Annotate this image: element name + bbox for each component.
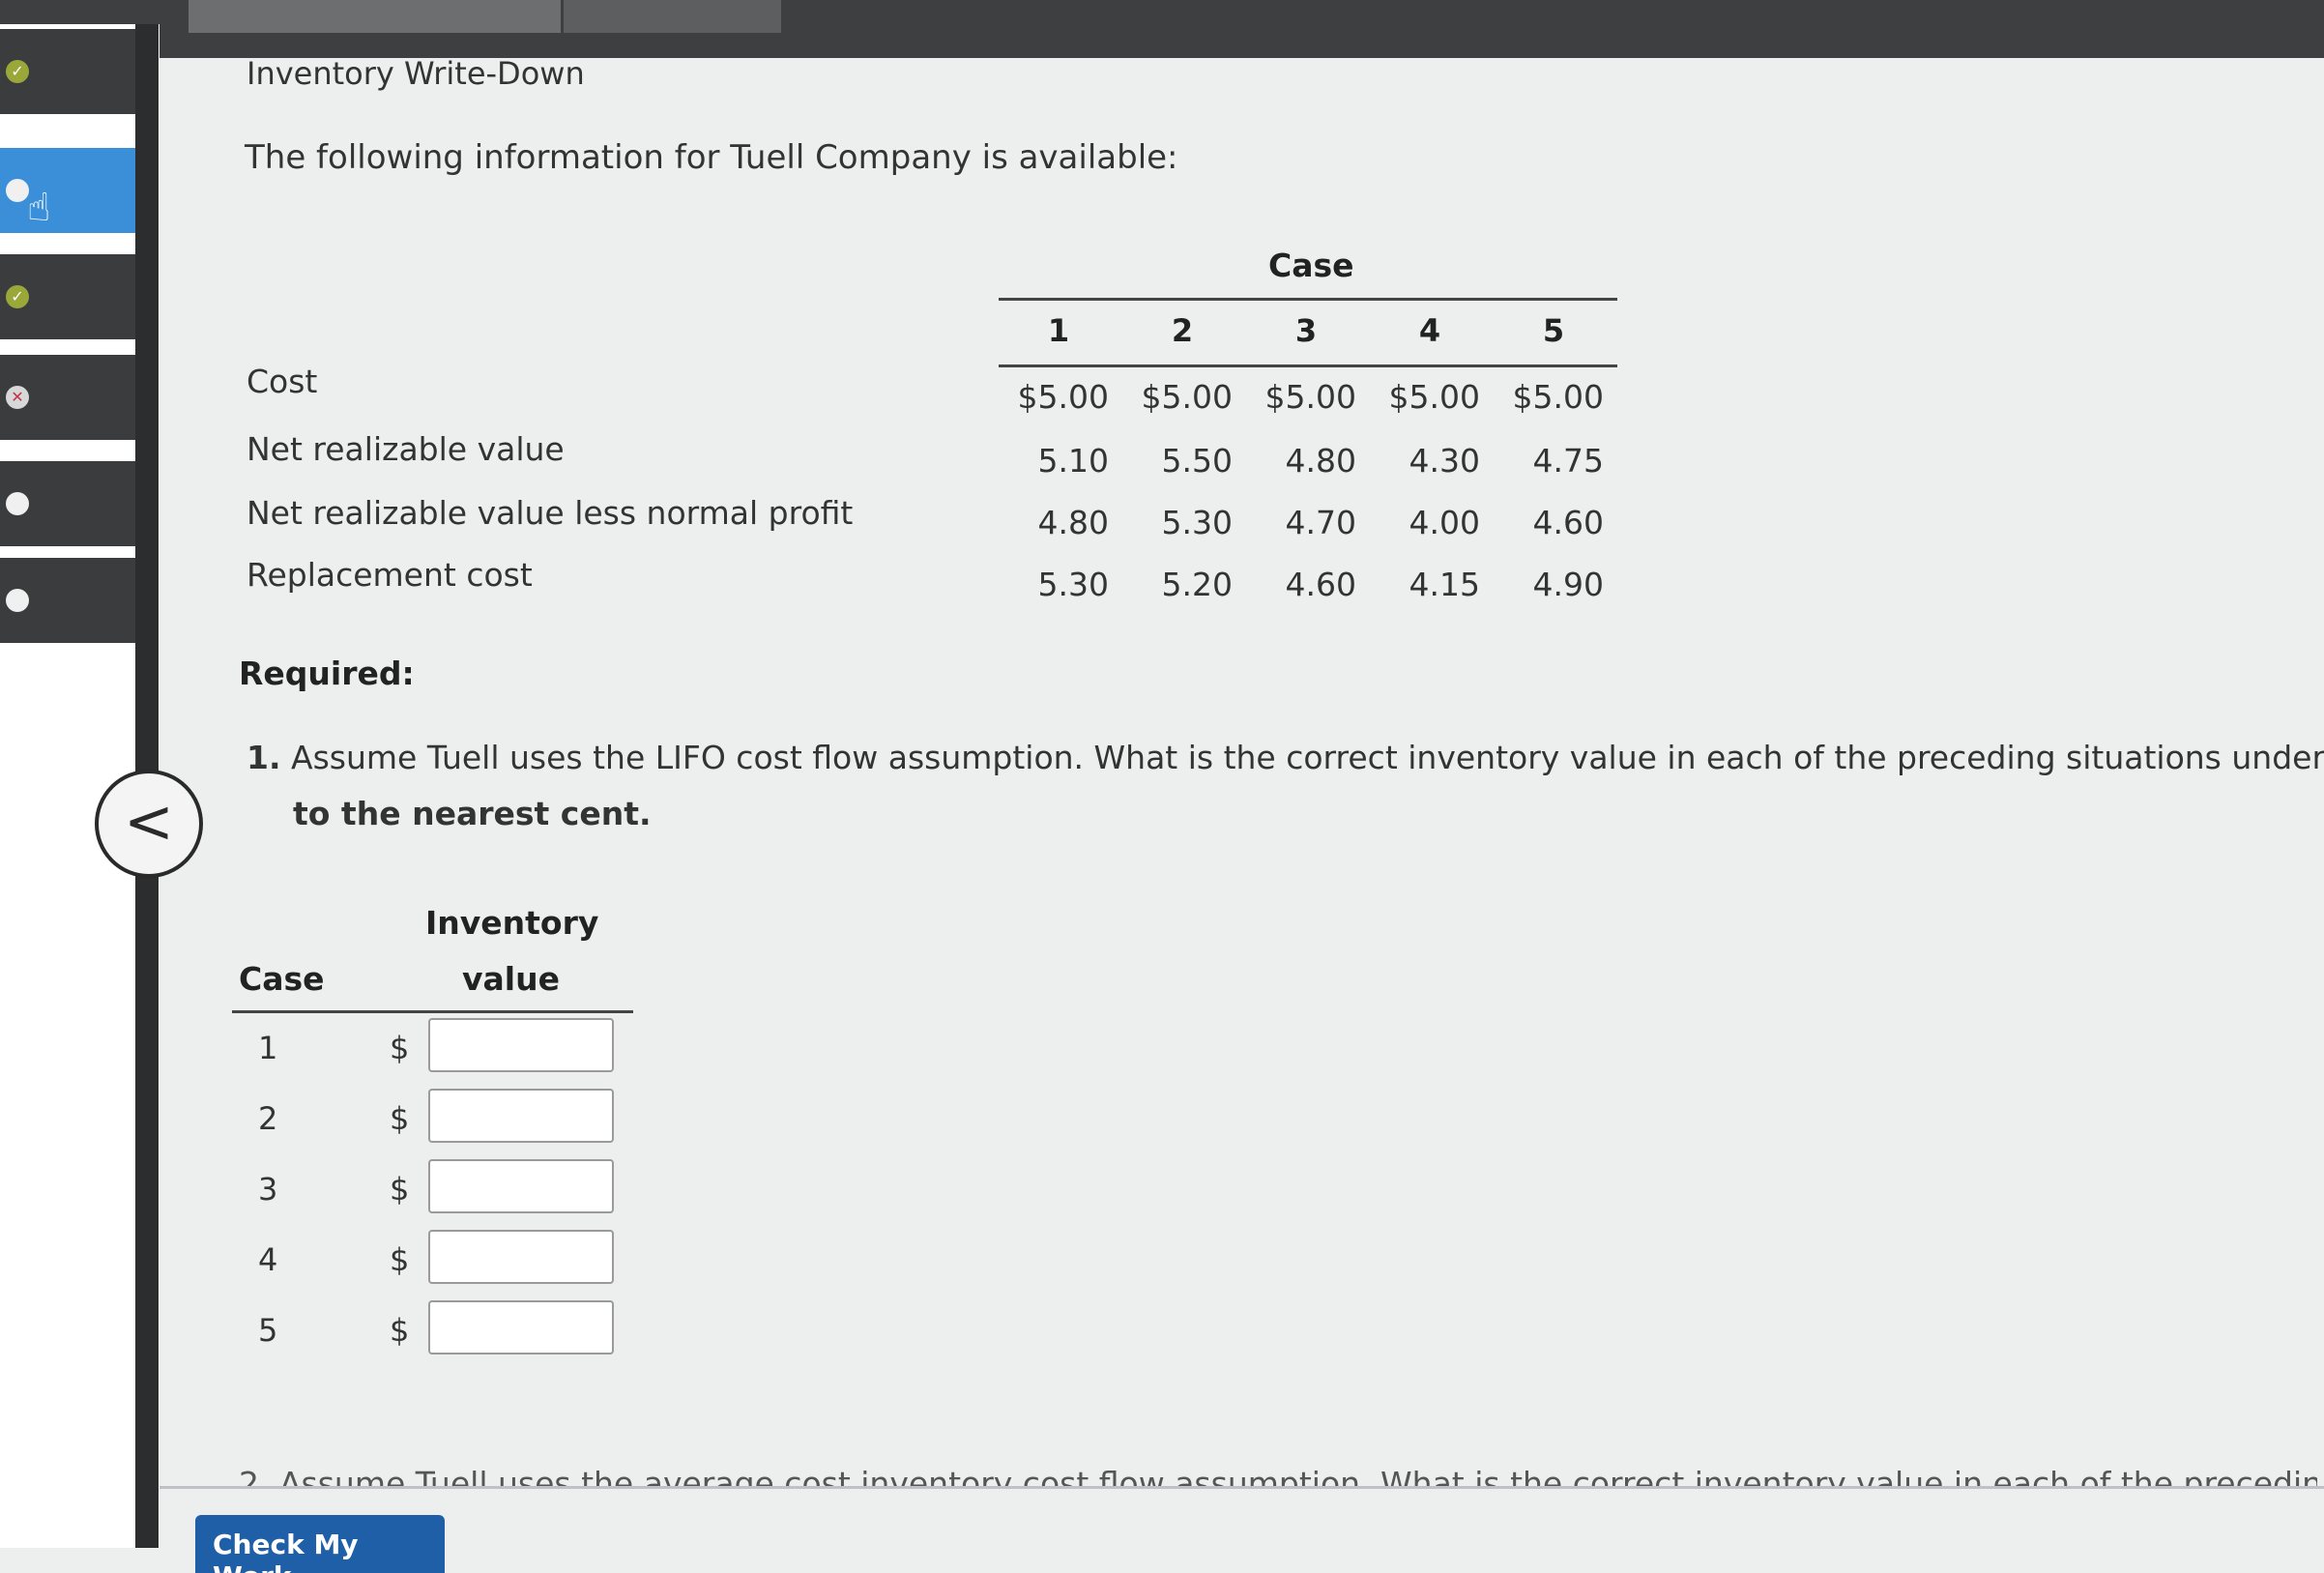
table-cell: 4.60 — [1532, 504, 1604, 541]
sidebar-item-2[interactable] — [0, 148, 153, 233]
inventory-header: Inventory — [425, 904, 599, 942]
table-cell: 4.30 — [1409, 442, 1480, 480]
sidebar-item-6[interactable] — [0, 558, 153, 643]
sidebar-item-4[interactable]: ✕ — [0, 355, 153, 440]
row-label: Replacement cost — [247, 556, 533, 594]
inventory-value-input-1[interactable] — [428, 1018, 614, 1072]
circle-icon — [6, 589, 29, 612]
inventory-value-input-5[interactable] — [428, 1300, 614, 1355]
case-number: 3 — [258, 1171, 278, 1208]
sidebar-item-1[interactable]: ✓ — [0, 29, 153, 114]
circle-icon — [6, 179, 29, 202]
inventory-value-input-3[interactable] — [428, 1159, 614, 1213]
case-number: 1 — [258, 1030, 278, 1066]
table-cell: 5.20 — [1161, 566, 1233, 603]
table-cell: 4.15 — [1409, 566, 1480, 603]
table-cell: 5.30 — [1037, 566, 1109, 603]
currency-symbol: $ — [390, 1030, 410, 1066]
answer-row: 1 $ — [247, 1018, 633, 1078]
table-cell: $5.00 — [1264, 378, 1356, 416]
currency-symbol: $ — [390, 1241, 410, 1278]
table-cell: $5.00 — [1388, 378, 1480, 416]
hand-cursor-icon: ☝ — [27, 186, 51, 230]
table-cell: 5.10 — [1037, 442, 1109, 480]
row-label: Cost — [247, 363, 318, 400]
table-cell: 5.30 — [1161, 504, 1233, 541]
required-heading: Required: — [239, 655, 415, 692]
table-cell: $5.00 — [1512, 378, 1604, 416]
intro-text: The following information for Tuell Comp… — [245, 138, 1178, 177]
inventory-value-input-4[interactable] — [428, 1230, 614, 1284]
answer-row: 2 $ — [247, 1089, 633, 1149]
case-number: 4 — [258, 1241, 278, 1278]
column-header: 5 — [1542, 312, 1565, 349]
answer-row: 4 $ — [247, 1230, 633, 1290]
question-continuation: to the nearest cent. — [293, 795, 652, 832]
x-icon: ✕ — [6, 386, 29, 409]
case-number: 2 — [258, 1100, 278, 1137]
table-cell: $5.00 — [1017, 378, 1109, 416]
question-1: 1. Assume Tuell uses the LIFO cost flow … — [247, 730, 2324, 842]
bottom-divider — [160, 1486, 2324, 1489]
case-number: 5 — [258, 1312, 278, 1349]
table-cell: 4.80 — [1037, 504, 1109, 541]
row-label: Net realizable value — [247, 430, 565, 468]
question-text: Assume Tuell uses the LIFO cost flow ass… — [291, 739, 2324, 776]
case-header: Case — [1268, 247, 1354, 284]
main-content: Inventory Write-Down The following infor… — [160, 24, 2324, 1573]
table-cell: $5.00 — [1141, 378, 1233, 416]
table-cell: 5.50 — [1161, 442, 1233, 480]
table-cell: 4.75 — [1532, 442, 1604, 480]
currency-symbol: $ — [390, 1312, 410, 1349]
table-cell: 4.90 — [1532, 566, 1604, 603]
check-icon: ✓ — [6, 285, 29, 308]
column-header: 3 — [1294, 312, 1318, 349]
answer-row: 3 $ — [247, 1159, 633, 1219]
answer-row: 5 $ — [247, 1300, 633, 1360]
check-my-work-button[interactable]: Check My Work — [195, 1515, 445, 1573]
inventory-value-input-2[interactable] — [428, 1089, 614, 1143]
table-rule — [999, 298, 1617, 301]
question-2-partial: 2. Assume Tuell uses the average cost in… — [239, 1465, 2317, 1486]
table-cell: 4.00 — [1409, 504, 1480, 541]
answer-table-rule — [232, 1010, 633, 1013]
table-cell: 4.60 — [1285, 566, 1356, 603]
sidebar-item-5[interactable] — [0, 461, 153, 546]
value-column-header: value — [462, 960, 560, 998]
page-title: Inventory Write-Down — [247, 55, 585, 92]
table-cell: 4.80 — [1285, 442, 1356, 480]
table-rule — [999, 364, 1617, 367]
row-label: Net realizable value less normal profit — [247, 494, 854, 532]
case-column-header: Case — [239, 960, 325, 998]
question-number: 1. — [247, 739, 281, 776]
column-header: 1 — [1047, 312, 1070, 349]
column-header: 4 — [1418, 312, 1441, 349]
check-icon: ✓ — [6, 60, 29, 83]
circle-icon — [6, 492, 29, 515]
currency-symbol: $ — [390, 1100, 410, 1137]
sidebar-item-3[interactable]: ✓ — [0, 254, 153, 339]
table-cell: 4.70 — [1285, 504, 1356, 541]
column-header: 2 — [1171, 312, 1194, 349]
currency-symbol: $ — [390, 1171, 410, 1208]
